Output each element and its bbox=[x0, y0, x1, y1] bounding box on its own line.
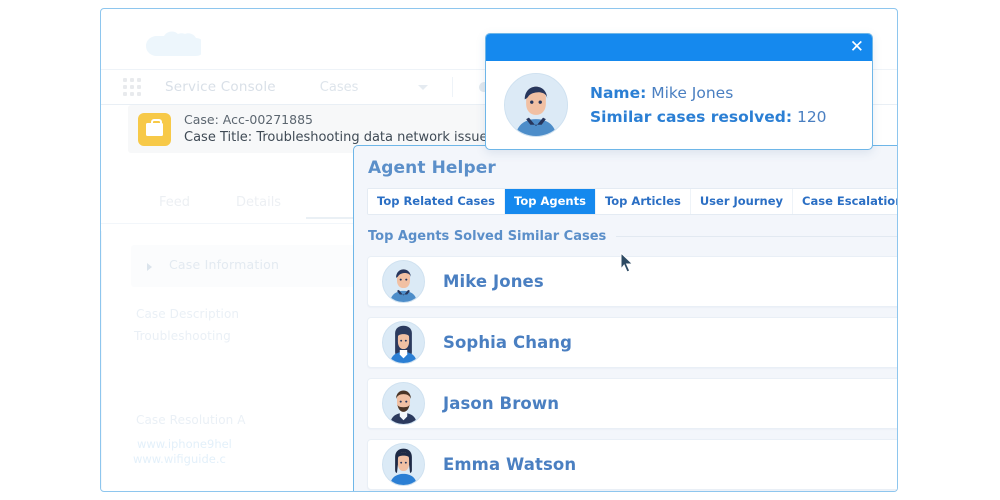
close-icon[interactable]: ✕ bbox=[850, 35, 864, 60]
record-tab-details[interactable]: Details bbox=[236, 195, 281, 210]
popup-body: Name: Mike Jones Similar cases resolved:… bbox=[486, 61, 872, 149]
salesforce-cloud-icon bbox=[141, 29, 201, 63]
tab-top-agents[interactable]: Top Agents bbox=[505, 189, 596, 214]
popup-header: ✕ bbox=[486, 34, 872, 61]
field-case-description: Case Description bbox=[136, 307, 240, 321]
avatar-male-short-hair bbox=[382, 260, 425, 303]
popup-cases-value: 120 bbox=[796, 108, 827, 126]
resolution-link-1[interactable]: www.iphone9hel bbox=[137, 437, 232, 451]
avatar-male-short-hair bbox=[504, 73, 568, 137]
avatar-female-bob-hair bbox=[382, 443, 425, 486]
waffle-grid-icon[interactable] bbox=[123, 78, 141, 96]
popup-name-label: Name: bbox=[590, 83, 647, 102]
case-title: Case Title: Troubleshooting data network… bbox=[184, 129, 509, 145]
chevron-down-icon[interactable] bbox=[418, 84, 429, 90]
list-item[interactable]: Emma Watson bbox=[367, 439, 897, 490]
tab-case-escalation[interactable]: Case Escalation bbox=[793, 189, 897, 214]
chevron-right-icon[interactable] bbox=[147, 263, 152, 271]
agent-profile-popup: ✕ Name: Mike Jones Similar cases resolve… bbox=[485, 33, 873, 150]
agent-name: Jason Brown bbox=[443, 394, 560, 413]
field-case-resolution: Case Resolution A bbox=[136, 413, 246, 427]
section-heading-rule bbox=[616, 236, 897, 237]
case-number: Case: Acc-00271885 bbox=[184, 112, 313, 128]
agent-helper-panel: Agent Helper Top Related Cases Top Agent… bbox=[353, 145, 897, 491]
avatar-female-long-hair bbox=[382, 321, 425, 364]
resolution-link-2[interactable]: www.wifiguide.c bbox=[133, 452, 226, 466]
popup-cases-label: Similar cases resolved: bbox=[590, 108, 793, 126]
tab-top-articles[interactable]: Top Articles bbox=[595, 189, 691, 214]
agent-helper-title: Agent Helper bbox=[368, 158, 496, 178]
tab-top-related-cases[interactable]: Top Related Cases bbox=[368, 189, 506, 214]
list-item[interactable]: Mike Jones bbox=[367, 256, 897, 307]
popup-name-value: Mike Jones bbox=[651, 83, 734, 102]
nav-divider bbox=[452, 77, 454, 97]
section-heading-text: Top Agents Solved Similar Cases bbox=[368, 229, 607, 244]
record-side-rule bbox=[101, 231, 102, 491]
nav-tab-cases[interactable]: Cases bbox=[320, 80, 359, 95]
agent-helper-tabs: Top Related Cases Top Agents Top Article… bbox=[367, 188, 897, 215]
agent-name: Mike Jones bbox=[443, 272, 544, 291]
agent-list: Mike Jones Sophia Chang Jason Brown Emma… bbox=[367, 256, 897, 490]
avatar-male-beard bbox=[382, 382, 425, 425]
agent-name: Emma Watson bbox=[443, 455, 577, 474]
tab-user-journey[interactable]: User Journey bbox=[690, 189, 794, 214]
case-information-label: Case Information bbox=[169, 257, 280, 272]
record-tabs: Feed Details bbox=[159, 195, 281, 210]
section-heading: Top Agents Solved Similar Cases bbox=[368, 229, 897, 244]
console-title: Service Console bbox=[165, 79, 276, 95]
list-item[interactable]: Sophia Chang bbox=[367, 317, 897, 368]
briefcase-icon bbox=[138, 112, 171, 146]
list-item[interactable]: Jason Brown bbox=[367, 378, 897, 429]
record-tab-feed[interactable]: Feed bbox=[159, 195, 190, 210]
agent-name: Sophia Chang bbox=[443, 333, 573, 352]
field-troubleshooting: Troubleshooting bbox=[134, 329, 231, 343]
